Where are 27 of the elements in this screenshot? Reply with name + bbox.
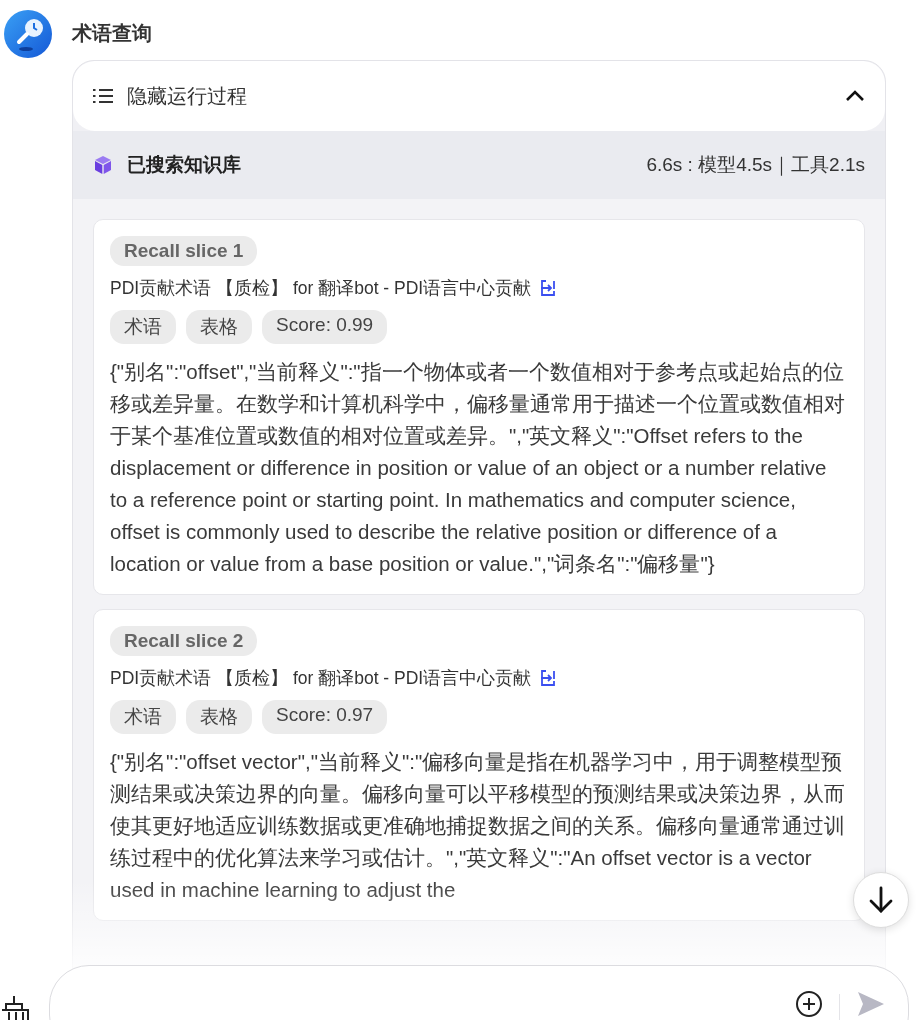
slice-label: Recall slice 1 (110, 236, 258, 266)
source-title: PDI贡献术语 【质检】 for 翻译bot - PDI语言中心贡献 (110, 667, 532, 690)
process-toggle[interactable]: 隐藏运行过程 (73, 61, 885, 131)
scroll-down-button[interactable] (853, 872, 909, 928)
arrow-down-icon (868, 886, 894, 914)
agent-name: 术语查询 (72, 21, 153, 45)
cube-icon (93, 155, 113, 175)
send-icon (856, 990, 886, 1018)
slice-label: Recall slice 2 (110, 626, 258, 656)
plus-circle-icon (795, 990, 823, 1018)
tag: Score: 0.99 (262, 310, 388, 344)
slice-content: {"别名":"offset","当前释义":"指一个物体或者一个数值相对于参考点或起始点的位移或差异量。在数学和计算机科学中，偏移量通常用于描述一个位置或数值相对于某个基准位置或数值的相对位置或差异。","英文释义":"Offset refers to the displacement or difference in position or value of an object or a number relative to a reference point or starting point. In mathematics and computer science, offset is commonly used to describe the relative position or difference of a location or value from a base position or value.","词条名":"偏移量"} (110, 359, 846, 577)
tag: Score: 0.97 (262, 700, 388, 734)
tag: 术语 (110, 310, 176, 344)
slice-content: {"别名":"offset vector","当前释义":"偏移向量是指在机器学习中，用于调整模型预测结果或决策边界的向量。偏移向量可以平移模型的预测结果或决策边界，从而使其更好地适应训练数据或更准确地捕捉数据之间的关系。偏移向量通常通过训练过程中的优化算法来学习或估计。","英文释义":"An offset vector is a vector used in machine learning to adjust the (110, 749, 846, 903)
add-button[interactable] (795, 990, 823, 1018)
open-link-icon[interactable] (539, 669, 558, 687)
agent-avatar-icon (4, 10, 52, 58)
list-icon (93, 87, 113, 105)
step-label: 已搜索知识库 (127, 153, 242, 177)
tag: 术语 (110, 700, 176, 734)
tag: 表格 (186, 700, 252, 734)
open-link-icon[interactable] (539, 279, 558, 297)
tag: 表格 (186, 310, 252, 344)
source-title: PDI贡献术语 【质检】 for 翻译bot - PDI语言中心贡献 (110, 277, 532, 300)
chevron-up-icon (845, 90, 865, 102)
timing-text: 6.6s : 模型4.5s｜工具2.1s (646, 153, 865, 178)
